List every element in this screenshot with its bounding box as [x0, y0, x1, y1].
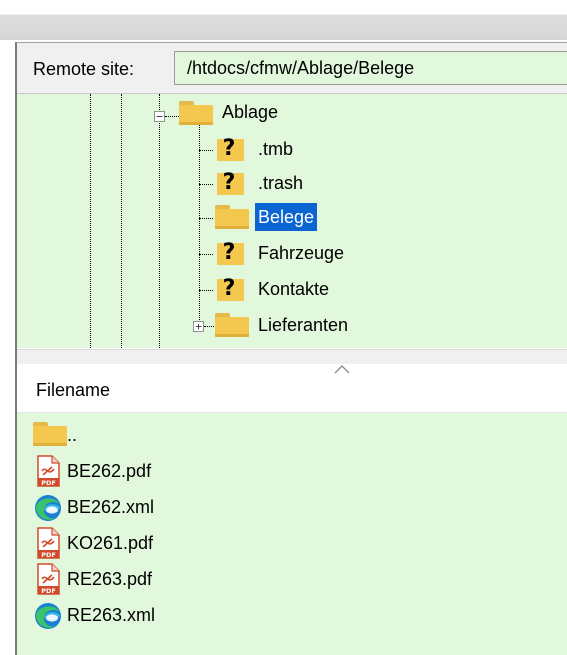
list-item[interactable]: PDF KO261.pdf — [17, 525, 567, 561]
remote-directory-tree[interactable]: − Ablage ? .tmb ? .trash Belege ? Fahrze… — [17, 94, 567, 348]
folder-icon — [214, 312, 250, 338]
file-name: BE262.xml — [67, 497, 155, 517]
tree-connector — [199, 184, 213, 185]
remote-site-path-input[interactable] — [175, 52, 567, 84]
tree-item-fahrzeuge[interactable]: Fahrzeuge — [255, 239, 347, 267]
tree-connector — [199, 150, 213, 151]
pdf-icon: PDF — [37, 527, 60, 559]
svg-text:PDF: PDF — [41, 479, 56, 487]
tree-item-trash[interactable]: .trash — [255, 169, 306, 197]
tree-item-lieferanten[interactable]: Lieferanten — [255, 311, 351, 339]
file-list-header: Filename — [17, 364, 567, 413]
file-name: .. — [67, 425, 78, 445]
remote-site-path-field[interactable] — [174, 51, 567, 85]
file-name: BE262.pdf — [67, 461, 152, 481]
tree-connector — [199, 290, 213, 291]
remote-site-label: Remote site: — [33, 59, 135, 79]
sort-ascending-icon — [334, 365, 350, 374]
remote-file-list[interactable]: .. PDF BE262.pdf BE262.xml PDF KO261.pdf… — [17, 413, 567, 655]
unknown-folder-icon: ? — [214, 240, 244, 266]
edge-browser-icon — [35, 495, 61, 521]
list-item[interactable]: RE263.xml — [17, 597, 567, 633]
column-header-filename[interactable]: Filename — [36, 376, 110, 404]
collapse-toggle-icon[interactable]: − — [154, 111, 165, 122]
tree-guide-line — [121, 94, 122, 348]
tree-item-kontakte[interactable]: Kontakte — [255, 275, 332, 303]
tree-item-belege[interactable]: Belege — [255, 203, 318, 231]
file-name: KO261.pdf — [67, 533, 154, 553]
top-toolbar-strip — [0, 0, 567, 40]
edge-browser-icon — [35, 603, 61, 629]
folder-icon — [178, 100, 214, 126]
tree-connector — [165, 116, 179, 117]
list-item[interactable]: .. — [17, 417, 567, 453]
unknown-folder-icon: ? — [214, 276, 244, 302]
tree-connector — [199, 254, 213, 255]
file-name: RE263.xml — [67, 605, 156, 625]
unknown-folder-icon: ? — [214, 136, 244, 162]
tree-guide-line — [159, 94, 160, 348]
folder-icon — [214, 204, 250, 230]
unknown-folder-icon: ? — [214, 170, 244, 196]
pdf-icon: PDF — [37, 455, 60, 487]
tree-guide-line — [90, 94, 91, 348]
tree-connector — [199, 218, 213, 219]
remote-site-bar: Remote site: — [17, 43, 567, 94]
folder-icon — [32, 421, 68, 447]
list-item[interactable]: PDF BE262.pdf — [17, 453, 567, 489]
tree-connector — [204, 326, 214, 327]
svg-text:PDF: PDF — [41, 587, 56, 595]
tree-item-ablage[interactable]: Ablage — [219, 98, 281, 126]
list-item[interactable]: BE262.xml — [17, 489, 567, 525]
pane-splitter[interactable] — [17, 349, 567, 364]
tree-item-tmb[interactable]: .tmb — [255, 135, 296, 163]
svg-text:PDF: PDF — [41, 551, 56, 559]
file-name: RE263.pdf — [67, 569, 153, 589]
pdf-icon: PDF — [37, 563, 60, 595]
expand-toggle-icon[interactable]: + — [193, 321, 204, 332]
list-item[interactable]: PDF RE263.pdf — [17, 561, 567, 597]
